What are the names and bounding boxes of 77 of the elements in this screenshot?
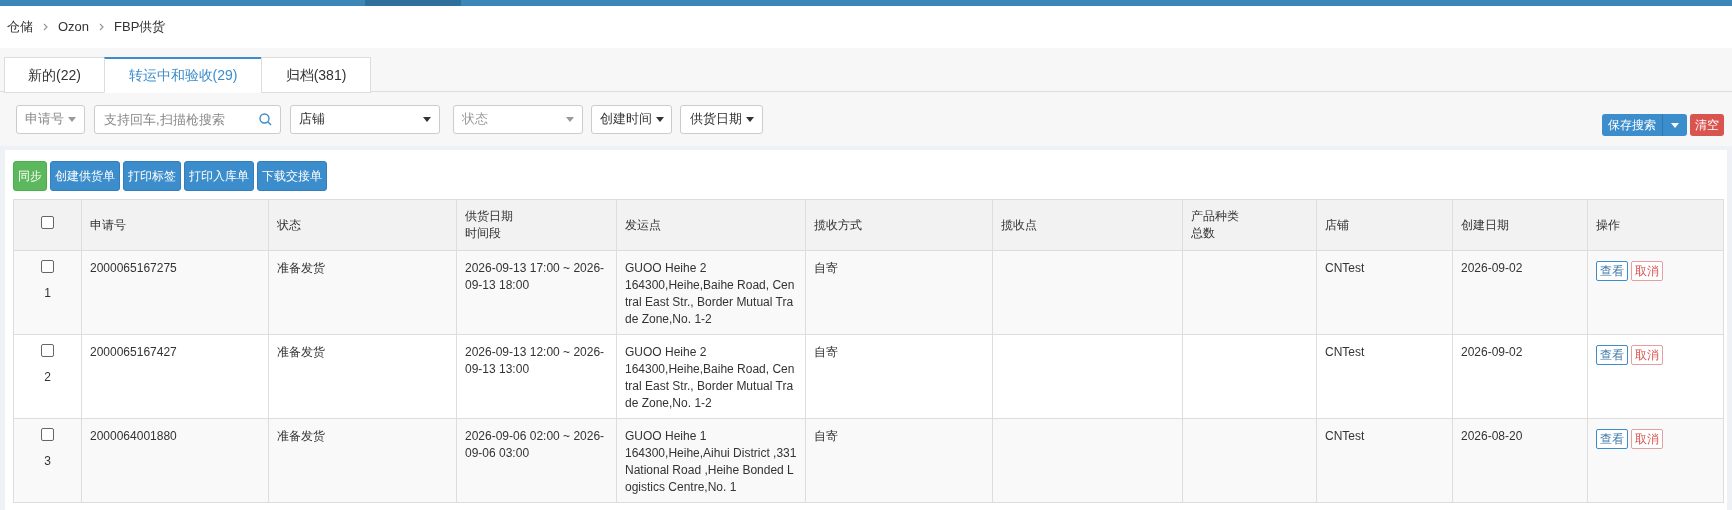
- column-header: 操作: [1596, 216, 1620, 234]
- search-field[interactable]: 支持回车,扫描枪搜索: [94, 104, 281, 134]
- dropdown-button[interactable]: 创建时间: [591, 104, 672, 134]
- action-button[interactable]: 打印入库单: [184, 161, 254, 191]
- table-cell-text: 164300,Heihe,Baihe Road, Central East Str., Border Mutual Trade Zone,No. 1-2: [625, 361, 796, 412]
- action-button[interactable]: 下载交接单: [257, 161, 327, 191]
- table-cell: CNTest: [1325, 429, 1365, 443]
- column-header: 揽收方式: [814, 216, 862, 234]
- view-button[interactable]: 查看: [1596, 429, 1628, 449]
- table-cell: CNTest: [1325, 345, 1365, 359]
- select-placeholder: 状态: [462, 110, 488, 129]
- table-cell: 164300,Heihe,Aihui District ,331 National Road ,Heihe Bonded Logistics Centre,No. 1: [625, 445, 797, 496]
- action-button[interactable]: 创建供货单: [50, 161, 120, 191]
- column-header: 申请号: [90, 216, 126, 234]
- table-cell: 2026-09-06 02:00 ~ 2026-09-06 03:00: [465, 429, 605, 460]
- table-cell: 准备发货: [277, 429, 325, 443]
- table-cell: 2000064001880: [90, 429, 177, 443]
- select-field[interactable]: 店铺: [290, 104, 440, 134]
- cancel-button[interactable]: 取消: [1631, 345, 1663, 365]
- caret-icon: [68, 116, 76, 122]
- select-field[interactable]: 状态: [453, 104, 583, 134]
- column-header: 发运点: [625, 216, 661, 234]
- caret-icon: [1671, 122, 1679, 128]
- tab[interactable]: 归档(381): [261, 57, 371, 93]
- table-cell: 2000065167427: [90, 345, 177, 359]
- checkbox[interactable]: [41, 428, 54, 441]
- tab[interactable]: 新的(22): [4, 57, 105, 93]
- caret-icon: [745, 116, 754, 122]
- action-button[interactable]: 打印标签: [123, 161, 181, 191]
- table-cell-text: GUOO Heihe 2: [625, 260, 708, 277]
- table-cell-text: 164300,Heihe,Baihe Road, Central East Str., Border Mutual Trade Zone,No. 1-2: [625, 277, 796, 328]
- view-button[interactable]: 查看: [1596, 261, 1628, 281]
- chevron-icon: [99, 23, 105, 31]
- table-cell: 2026-09-13 12:00 ~ 2026-09-13 13:00: [465, 345, 605, 376]
- table-cell: 2000065167275: [90, 261, 177, 275]
- table-cell: 2026-09-13 17:00 ~ 2026-09-13 18:00: [465, 261, 605, 292]
- column-header: 状态: [277, 216, 301, 234]
- table-cell: CNTest: [1325, 261, 1365, 275]
- save-search-button[interactable]: 保存搜索: [1602, 114, 1663, 136]
- caret-icon: [566, 116, 574, 122]
- table-cell: 自寄: [814, 429, 838, 443]
- table-cell: 自寄: [814, 345, 838, 359]
- cancel-button[interactable]: 取消: [1631, 429, 1663, 449]
- row-number: 1: [44, 285, 51, 302]
- checkbox[interactable]: [41, 260, 54, 273]
- view-button[interactable]: 查看: [1596, 345, 1628, 365]
- caret-icon: [655, 116, 664, 122]
- row-number: 3: [44, 453, 51, 470]
- tab[interactable]: 转运中和验收(29): [104, 57, 262, 93]
- dropdown-button[interactable]: 供货日期: [680, 104, 763, 134]
- table-cell-text: GUOO Heihe 2: [625, 344, 708, 361]
- search-icon: [259, 112, 272, 126]
- chevron-icon: [43, 23, 48, 31]
- column-header: 揽收点: [1001, 216, 1037, 234]
- caret-icon: [423, 116, 431, 122]
- table-cell: 准备发货: [277, 261, 325, 275]
- cancel-button[interactable]: 取消: [1631, 261, 1663, 281]
- breadcrumb-link[interactable]: Ozon: [58, 17, 90, 37]
- clear-button[interactable]: 清空: [1690, 114, 1724, 136]
- select-placeholder: 店铺: [299, 110, 325, 129]
- breadcrumb-link[interactable]: 仓储: [7, 17, 33, 37]
- checkbox[interactable]: [41, 344, 54, 357]
- table-cell: 2026-09-02: [1461, 345, 1523, 359]
- table-cell: 2026-08-20: [1461, 429, 1523, 443]
- checkbox[interactable]: [41, 216, 54, 229]
- table-cell: 准备发货: [277, 345, 325, 359]
- column-header: 产品种类 总数: [1191, 208, 1239, 242]
- dropdown-button[interactable]: 申请号: [16, 104, 85, 134]
- table-cell-text: GUOO Heihe 1: [625, 428, 708, 445]
- column-header: 创建日期: [1461, 216, 1509, 234]
- table-cell: 自寄: [814, 261, 838, 275]
- column-header: 供货日期 时间段: [465, 208, 513, 242]
- table-cell: 2026-09-02: [1461, 261, 1523, 275]
- breadcrumb-current: FBP供货: [114, 18, 166, 37]
- row-number: 2: [44, 369, 51, 386]
- action-button[interactable]: 同步: [13, 161, 47, 191]
- column-header: 店铺: [1325, 216, 1349, 234]
